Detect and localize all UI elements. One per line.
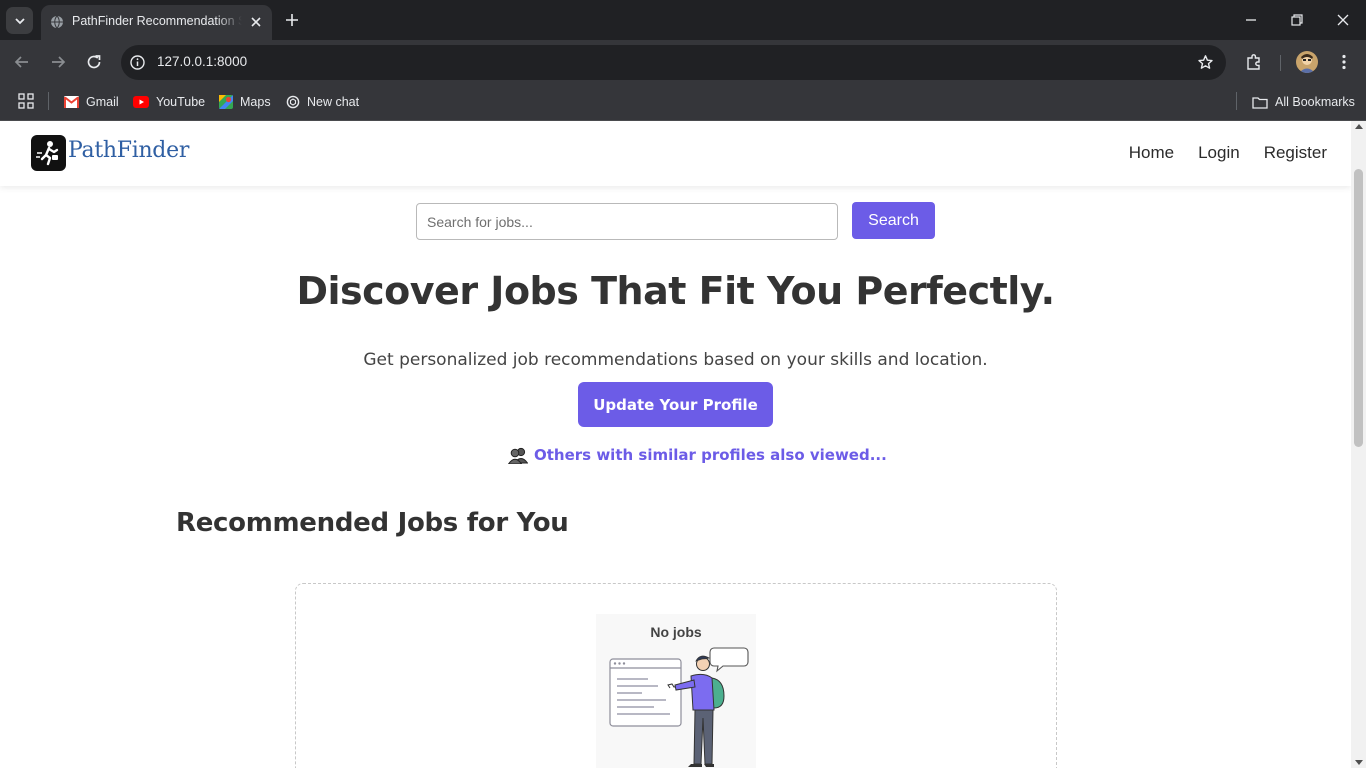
profile-avatar[interactable] (1296, 51, 1318, 73)
tab-title: PathFinder Recommendation System (72, 14, 242, 28)
brand-name[interactable]: PathFinder (68, 138, 189, 163)
back-arrow-icon[interactable] (11, 51, 33, 73)
scroll-up-arrow-icon[interactable] (1355, 124, 1363, 129)
nav-login-link[interactable]: Login (1198, 143, 1240, 163)
bookmark-label: Gmail (86, 95, 119, 109)
scroll-down-arrow-icon[interactable] (1355, 760, 1363, 765)
bookmark-new-chat[interactable]: New chat (286, 91, 359, 113)
bookmark-label: Maps (240, 95, 271, 109)
reload-icon[interactable] (83, 51, 105, 73)
browser-toolbar: 127.0.0.1:8000 (0, 40, 1366, 85)
chatgpt-icon (286, 95, 300, 109)
apps-grid-icon[interactable] (18, 93, 34, 109)
runner-logo-icon (36, 141, 59, 166)
page-viewport: PathFinder Home Login Register Search Di… (0, 121, 1351, 768)
nav-register-link[interactable]: Register (1264, 143, 1327, 163)
maps-icon (219, 95, 233, 109)
bookmark-maps[interactable]: Maps (219, 91, 271, 113)
scrollbar-thumb[interactable] (1354, 169, 1363, 447)
recommended-jobs-heading: Recommended Jobs for You (176, 508, 569, 538)
restore-icon[interactable] (1287, 10, 1307, 30)
close-icon[interactable] (248, 14, 264, 30)
window-close-icon[interactable] (1333, 10, 1353, 30)
site-navbar: PathFinder Home Login Register (0, 121, 1351, 186)
bookmark-star-icon[interactable] (1197, 54, 1214, 71)
bookmark-label: New chat (307, 95, 360, 109)
forward-arrow-icon[interactable] (47, 51, 69, 73)
nav-links: Home Login Register (1129, 143, 1327, 163)
globe-icon (51, 15, 63, 29)
bookmark-label: YouTube (156, 95, 206, 109)
no-jobs-illustration: No jobs (596, 614, 756, 768)
all-bookmarks-folder[interactable]: All Bookmarks (1252, 91, 1355, 113)
bookmarks-bar: Gmail YouTube Maps New chat All Bookmark… (0, 85, 1366, 121)
update-profile-button[interactable]: Update Your Profile (578, 382, 773, 427)
similar-profiles-label: Others with similar profiles also viewed… (534, 446, 887, 464)
folder-icon (1252, 96, 1268, 109)
bookmark-gmail[interactable]: Gmail (64, 91, 119, 113)
more-vertical-icon[interactable] (1334, 52, 1354, 72)
new-tab-plus-icon[interactable] (282, 10, 302, 30)
nav-home-link[interactable]: Home (1129, 143, 1174, 163)
minimize-icon[interactable] (1241, 10, 1261, 30)
address-bar[interactable]: 127.0.0.1:8000 (121, 45, 1226, 80)
page-scrollbar[interactable] (1351, 121, 1366, 768)
empty-jobs-card: No jobs (295, 583, 1057, 768)
browser-tab-active[interactable]: PathFinder Recommendation System (41, 5, 272, 40)
browser-tabstrip: PathFinder Recommendation System (0, 0, 1366, 40)
all-bookmarks-label: All Bookmarks (1275, 95, 1355, 109)
brand-logo[interactable] (31, 135, 66, 171)
similar-profiles-link[interactable]: Others with similar profiles also viewed… (508, 446, 887, 464)
people-icon (508, 447, 528, 464)
bookmark-youtube[interactable]: YouTube (133, 91, 205, 113)
search-button[interactable]: Search (852, 202, 935, 239)
site-info-icon[interactable] (129, 54, 146, 71)
tab-search-button[interactable] (6, 7, 33, 34)
hero-title: Discover Jobs That Fit You Perfectly. (296, 269, 1055, 313)
no-jobs-label: No jobs (650, 624, 702, 640)
youtube-icon (133, 96, 149, 108)
chevron-down-icon (14, 17, 25, 24)
toolbar-divider (1280, 55, 1281, 71)
gmail-icon (64, 96, 79, 108)
job-search-input[interactable] (416, 203, 838, 240)
address-url: 127.0.0.1:8000 (157, 54, 248, 69)
hero-subtitle: Get personalized job recommendations bas… (363, 350, 988, 370)
bookmarks-separator (48, 92, 49, 110)
bookmarks-separator (1236, 92, 1237, 110)
extensions-puzzle-icon[interactable] (1244, 52, 1264, 72)
